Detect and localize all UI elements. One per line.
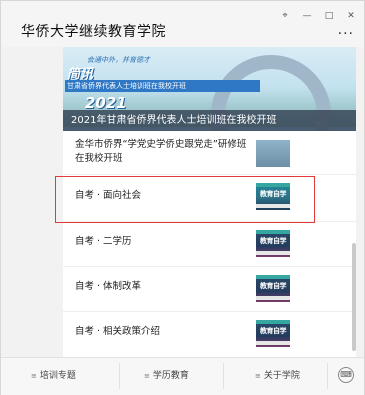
list-item[interactable]: 金华市侨界“学党史学侨史跟党走”研修班 在我校开班 [63, 131, 356, 175]
thumbnail-label: 教育自学 [260, 282, 287, 290]
banner-caption: 2021年甘肃省侨界代表人士培训班在我校开班 [63, 110, 356, 131]
self-study-thumbnail: 教育自学 [256, 275, 290, 302]
menu-icon: ≡ [144, 372, 150, 380]
tab-degree-education[interactable]: ≡ 学历教育 [144, 370, 189, 382]
minimize-button[interactable]: — [299, 10, 315, 22]
thumbnail-label: 教育自学 [260, 327, 287, 335]
list-item-title: 自考 · 二学历 [75, 236, 132, 247]
list-item[interactable]: 自考 · 相关政策介绍 教育自学 [63, 312, 356, 357]
tab-training-topics[interactable]: ≡ 培训专题 [31, 370, 76, 382]
app-title: 华侨大学继续教育学院 [21, 24, 166, 40]
keyboard-icon[interactable]: ⌨ [338, 367, 354, 383]
list-item-title-continued: 在我校开班 [75, 153, 123, 164]
scrollbar[interactable] [351, 47, 357, 357]
tab-divider [223, 363, 224, 389]
title-bar: 华侨大学继续教育学院 ⌖ — □ ✕ ··· [1, 1, 364, 47]
bottom-menu: ≡ 培训专题 ≡ 学历教育 ≡ 关于学院 ⌨ [1, 357, 364, 395]
list-item-title: 自考 · 相关政策介绍 [75, 326, 161, 337]
self-study-thumbnail: 教育自学 [256, 230, 290, 257]
list-item-title: 金华市侨界“学党史学侨史跟党走”研修班 [75, 139, 247, 150]
self-study-thumbnail: 教育自学 [256, 320, 290, 347]
banner-slogan: 会通中外，并育德才 [87, 56, 150, 64]
article-thumbnail [256, 140, 290, 167]
tab-divider [327, 363, 328, 389]
menu-icon: ≡ [31, 372, 37, 380]
article-list-panel: 会通中外，并育德才 简讯 甘肃省侨界代表人士培训班在我校开班 2021 2021… [63, 47, 356, 357]
banner-subtitle: 甘肃省侨界代表人士培训班在我校开班 [65, 80, 260, 92]
list-item[interactable]: 自考 · 体制改革 教育自学 [63, 267, 356, 312]
tab-about-college[interactable]: ≡ 关于学院 [255, 370, 300, 382]
self-study-thumbnail: 教育自学 [256, 183, 290, 210]
list-item[interactable]: 自考 · 面向社会 教育自学 [63, 175, 356, 222]
close-button[interactable]: ✕ [343, 10, 359, 22]
list-item[interactable]: 自考 · 二学历 教育自学 [63, 222, 356, 267]
thumbnail-label: 教育自学 [260, 190, 287, 198]
maximize-button[interactable]: □ [321, 10, 337, 22]
pin-icon[interactable]: ⌖ [277, 10, 293, 22]
more-menu-button[interactable]: ··· [338, 27, 354, 41]
tab-label: 培训专题 [39, 371, 76, 381]
app-window: 华侨大学继续教育学院 ⌖ — □ ✕ ··· 会通中外，并育德才 简讯 甘肃省侨… [0, 0, 365, 395]
thumbnail-label: 教育自学 [260, 237, 287, 245]
list-item-title: 自考 · 面向社会 [75, 190, 142, 201]
news-banner[interactable]: 会通中外，并育德才 简讯 甘肃省侨界代表人士培训班在我校开班 2021 2021… [63, 47, 356, 131]
tab-label: 学历教育 [152, 371, 189, 381]
list-item-title: 自考 · 体制改革 [75, 281, 142, 292]
tab-label: 关于学院 [263, 371, 300, 381]
menu-icon: ≡ [255, 372, 261, 380]
scrollbar-thumb[interactable] [352, 243, 356, 351]
tab-divider [119, 363, 120, 389]
